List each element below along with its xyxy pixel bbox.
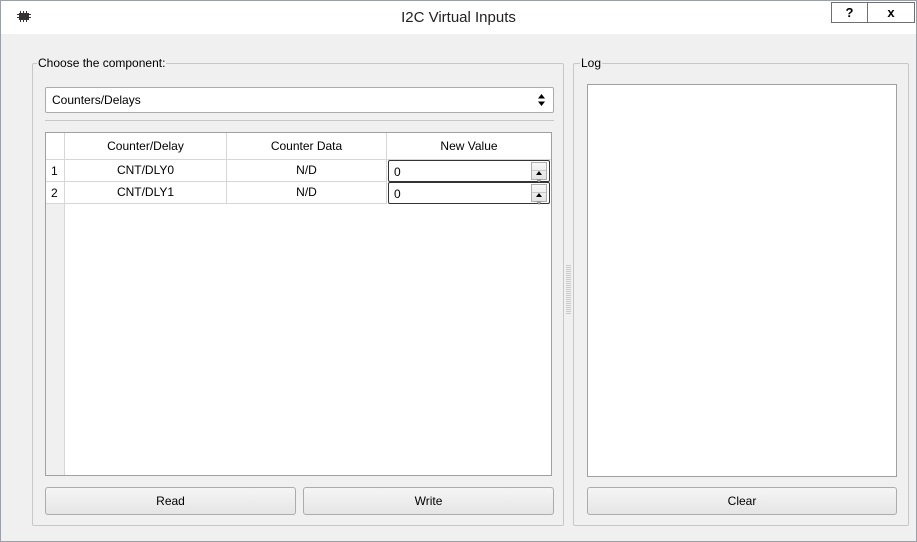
row-number[interactable]: 2 xyxy=(46,182,65,204)
log-group-label: Log xyxy=(580,56,603,70)
cell-new-value: 0 xyxy=(387,160,551,183)
cell-counter-data[interactable]: N/D xyxy=(227,160,387,182)
component-select[interactable]: Counters/Delays xyxy=(45,87,554,113)
spin-buttons xyxy=(531,162,547,183)
help-button[interactable]: ? xyxy=(831,2,868,23)
spin-up-button[interactable] xyxy=(532,185,546,197)
spinbox-value: 0 xyxy=(394,165,401,179)
table-corner[interactable] xyxy=(46,133,65,159)
close-button[interactable]: x xyxy=(867,2,915,23)
component-group-label: Choose the component: xyxy=(37,56,167,70)
spinbox-value: 0 xyxy=(394,187,401,201)
component-select-value: Counters/Delays xyxy=(52,93,141,107)
new-value-spinbox[interactable]: 0 xyxy=(388,182,550,205)
column-header-counter-delay[interactable]: Counter/Delay xyxy=(65,133,227,159)
column-header-counter-data[interactable]: Counter Data xyxy=(227,133,387,159)
arrow-down-icon xyxy=(536,201,542,205)
up-down-arrows-icon xyxy=(534,91,548,109)
row-header-gutter xyxy=(46,204,65,475)
log-textarea[interactable] xyxy=(587,84,897,477)
row-number[interactable]: 1 xyxy=(46,160,65,182)
spin-buttons xyxy=(531,184,547,205)
new-value-spinbox[interactable]: 0 xyxy=(388,160,550,183)
cell-counter-delay[interactable]: CNT/DLY1 xyxy=(65,182,227,204)
splitter-handle[interactable] xyxy=(566,265,571,315)
read-button[interactable]: Read xyxy=(45,487,296,515)
spin-up-button[interactable] xyxy=(532,163,546,175)
table-row[interactable]: 1 CNT/DLY0 N/D 0 xyxy=(46,160,551,183)
column-header-new-value[interactable]: New Value xyxy=(387,133,551,159)
separator xyxy=(45,120,554,121)
spin-down-button[interactable] xyxy=(532,193,546,205)
write-button[interactable]: Write xyxy=(303,487,554,515)
clear-button[interactable]: Clear xyxy=(587,487,897,515)
counters-table: Counter/Delay Counter Data New Value 1 C… xyxy=(45,132,552,476)
window-title: I2C Virtual Inputs xyxy=(401,9,516,26)
cell-counter-data[interactable]: N/D xyxy=(227,182,387,204)
i2c-virtual-inputs-window: I2C Virtual Inputs ? x Choose the compon… xyxy=(0,0,917,542)
cell-new-value: 0 xyxy=(387,182,551,205)
table-header: Counter/Delay Counter Data New Value xyxy=(46,133,551,160)
table-row[interactable]: 2 CNT/DLY1 N/D 0 xyxy=(46,182,551,205)
title-bar[interactable]: I2C Virtual Inputs ? x xyxy=(1,1,916,34)
cell-counter-delay[interactable]: CNT/DLY0 xyxy=(65,160,227,182)
spin-down-button[interactable] xyxy=(532,171,546,183)
